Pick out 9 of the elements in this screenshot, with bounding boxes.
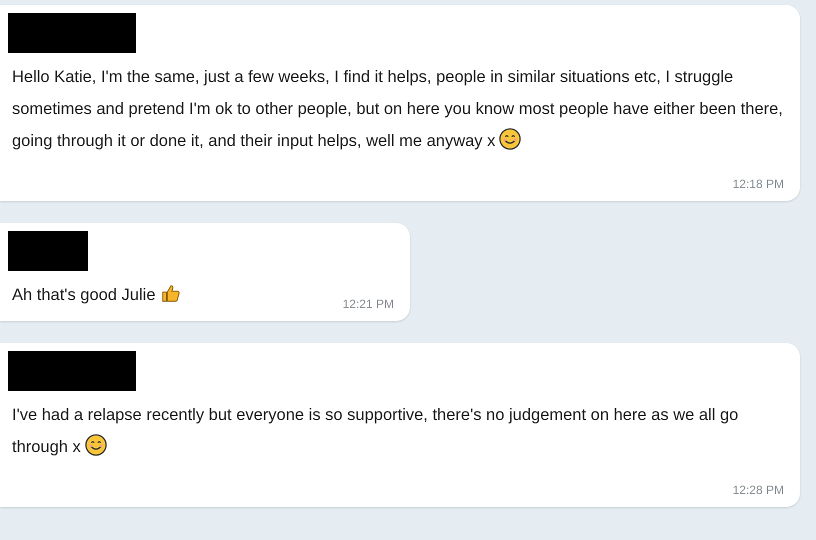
smiling-face-icon — [499, 128, 522, 150]
message-time: 12:18 PM — [732, 177, 784, 191]
message-text: Hello Katie, I'm the same, just a few weeks, I find it helps, people in similar situations etc, I struggle sometimes and pretend I'm ok to other people, but on here you know most people have either been there, going through it or done it, and their input helps, well me anyway x — [11, 67, 784, 152]
thumbs-up-icon — [160, 282, 182, 304]
message-text: Ah that's good Julie — [8, 279, 182, 311]
message-text: I've had a relapse recently but everyone is so supportive, there's no judgement on here as we all go through x — [11, 405, 740, 458]
message-time: 12:28 PM — [732, 483, 784, 497]
message-time: 12:21 PM — [342, 297, 394, 311]
smiling-face-icon — [84, 434, 107, 456]
